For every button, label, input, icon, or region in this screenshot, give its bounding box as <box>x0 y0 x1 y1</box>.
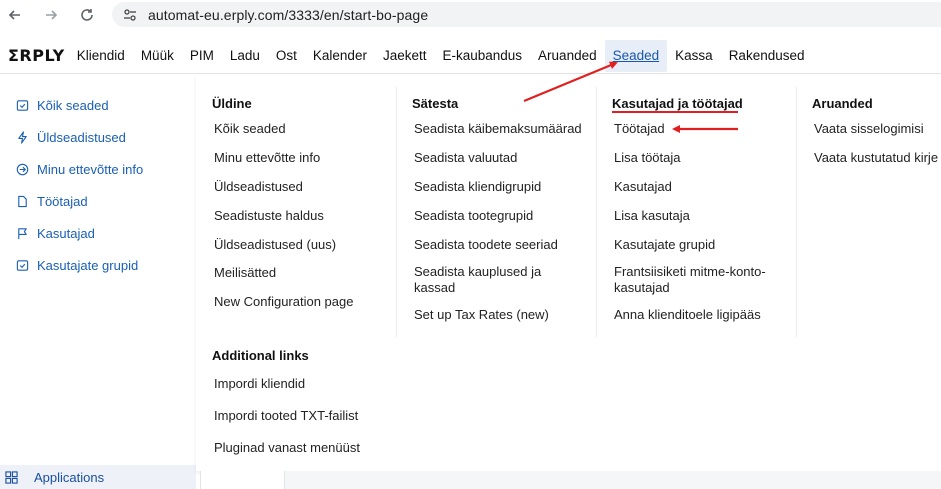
check-calendar-icon <box>15 258 29 272</box>
grid-icon <box>4 470 18 484</box>
settings-sidebar: Kõik seaded Üldseadistused Minu ettevõtt… <box>0 75 196 489</box>
menu-column-aruanded: Aruanded Vaata sisselogimisi Vaata kustu… <box>796 75 941 173</box>
address-bar[interactable]: automat-eu.erply.com/3333/en/start-bo-pa… <box>112 2 941 27</box>
back-button[interactable] <box>2 2 28 28</box>
main-nav: ΣRPLY Kliendid Müük PIM Ladu Ost Kalende… <box>0 38 941 74</box>
menu-link[interactable]: Vaata kustutatud kirje <box>796 144 941 173</box>
nav-rakendused[interactable]: Rakendused <box>721 40 813 72</box>
check-calendar-icon <box>15 98 29 112</box>
menu-link[interactable]: Üldseadistused <box>196 173 396 202</box>
column-heading: Üldine <box>212 95 252 111</box>
nav-myyk[interactable]: Müük <box>133 40 182 72</box>
column-heading: Sätesta <box>412 95 459 111</box>
sidebar-item-label: Töötajad <box>37 193 88 209</box>
menu-link[interactable]: Seadista valuutad <box>396 144 596 173</box>
menu-link[interactable]: Seadista tootegrupid <box>396 201 596 230</box>
flag-icon <box>15 226 29 240</box>
tune-icon[interactable] <box>122 7 138 23</box>
sidebar-item-koik-seaded[interactable]: Kõik seaded <box>0 89 196 121</box>
menu-column-satesta: Sätesta Seadista käibemaksumäärad Seadis… <box>396 75 596 330</box>
nav-pim[interactable]: PIM <box>182 40 222 72</box>
menu-link[interactable]: Impordi tooted TXT-failist <box>196 400 396 432</box>
sidebar-item-label: Üldseadistused <box>37 129 126 145</box>
menu-link[interactable]: Kasutajate grupid <box>596 230 796 259</box>
menu-link[interactable]: Anna klienditoele ligipääs <box>596 301 796 330</box>
menu-link[interactable]: Lisa kasutaja <box>596 201 796 230</box>
menu-link[interactable]: Seadista kauplused ja kassad <box>396 259 576 301</box>
menu-link[interactable]: Töötajad <box>596 115 796 144</box>
sidebar-item-yldseadistused[interactable]: Üldseadistused <box>0 121 196 153</box>
reload-icon <box>81 8 93 21</box>
url-text[interactable]: automat-eu.erply.com/3333/en/start-bo-pa… <box>148 7 428 23</box>
menu-link[interactable]: Set up Tax Rates (new) <box>396 301 596 330</box>
menu-link[interactable]: Üldseadistused (uus) <box>196 230 396 259</box>
menu-link[interactable]: Meilisätted <box>196 259 396 288</box>
forward-button[interactable] <box>38 2 64 28</box>
menu-column-yldine: Üldine Kõik seaded Minu ettevõtte info Ü… <box>196 75 396 464</box>
menu-link[interactable]: Lisa töötaja <box>596 144 796 173</box>
menu-link[interactable]: Kõik seaded <box>196 115 396 144</box>
nav-ost[interactable]: Ost <box>268 40 305 72</box>
arrow-right-icon <box>46 9 58 20</box>
menu-link[interactable]: Seadistuste haldus <box>196 201 396 230</box>
sidebar-item-label: Kasutajate grupid <box>37 257 139 273</box>
menu-link[interactable]: Kasutajad <box>596 173 796 202</box>
column-heading: Aruanded <box>812 95 873 111</box>
nav-seaded[interactable]: Seaded <box>604 39 668 72</box>
lightning-icon <box>15 130 29 144</box>
menu-link[interactable]: Seadista toodete seeriad <box>396 230 596 259</box>
menu-link[interactable]: Pluginad vanast menüüst <box>196 432 396 464</box>
erply-logo[interactable]: ΣRPLY <box>8 46 65 65</box>
nav-kalender[interactable]: Kalender <box>305 40 375 72</box>
sidebar-item-applications[interactable]: Applications <box>0 465 196 489</box>
sidebar-item-kasutajate-grupid[interactable]: Kasutajate grupid <box>0 249 196 281</box>
nav-aruanded[interactable]: Aruanded <box>530 40 605 72</box>
reload-button[interactable] <box>74 2 100 28</box>
sidebar-item-minu-ettevotte-info[interactable]: Minu ettevõtte info <box>0 153 196 185</box>
sidebar-item-label: Applications <box>34 469 105 485</box>
sidebar-item-label: Kõik seaded <box>37 97 109 113</box>
settings-mega-menu: Üldine Kõik seaded Minu ettevõtte info Ü… <box>196 75 941 471</box>
content-area <box>285 471 941 489</box>
nav-kassa[interactable]: Kassa <box>667 40 721 72</box>
menu-link[interactable]: New Configuration page <box>196 288 396 317</box>
menu-link[interactable]: Minu ettevõtte info <box>196 144 396 173</box>
content-panel <box>200 471 285 489</box>
arrow-circle-icon <box>15 162 29 176</box>
menu-link[interactable]: Seadista käibemaksumäärad <box>396 115 596 144</box>
sidebar-item-label: Minu ettevõtte info <box>37 161 144 177</box>
menu-link[interactable]: Seadista kliendigrupid <box>396 173 596 202</box>
nav-kliendid[interactable]: Kliendid <box>69 40 133 72</box>
menu-link[interactable]: Impordi kliendid <box>196 368 396 400</box>
sidebar-item-kasutajad[interactable]: Kasutajad <box>0 217 196 249</box>
nav-jaekett[interactable]: Jaekett <box>375 40 435 72</box>
column-heading: Additional links <box>212 348 309 364</box>
menu-column-kasutajad-ja-tootajad: Kasutajad ja töötajad Töötajad Lisa tööt… <box>596 75 796 330</box>
sidebar-item-label: Kasutajad <box>37 225 95 241</box>
menu-link[interactable]: Vaata sisselogimisi <box>796 115 941 144</box>
menu-link[interactable]: Frantsiisiketi mitme-konto-kasutajad <box>596 259 776 301</box>
document-icon <box>15 194 29 208</box>
arrow-left-icon <box>8 9 20 20</box>
sidebar-item-tootajad[interactable]: Töötajad <box>0 185 196 217</box>
nav-e-kaubandus[interactable]: E-kaubandus <box>434 40 530 72</box>
nav-ladu[interactable]: Ladu <box>222 40 268 72</box>
browser-toolbar: automat-eu.erply.com/3333/en/start-bo-pa… <box>0 0 941 29</box>
annotation-underline <box>612 111 738 113</box>
